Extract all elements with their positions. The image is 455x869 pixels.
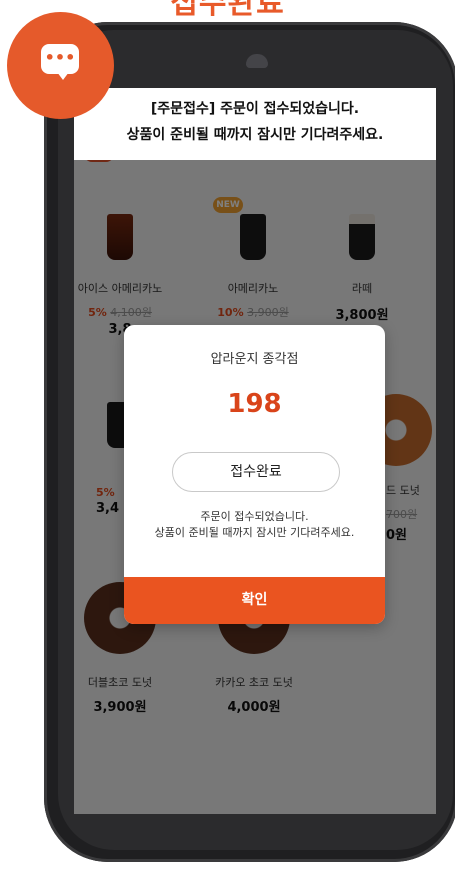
chat-icon-tail xyxy=(57,72,69,80)
phone-speaker xyxy=(246,54,268,68)
chat-button[interactable]: ••• xyxy=(7,12,114,119)
confirm-button[interactable]: 확인 xyxy=(124,577,385,624)
order-message-line-1: 주문이 접수되었습니다. xyxy=(200,510,309,523)
order-status-badge: 접수완료 xyxy=(172,452,340,492)
notification-banner: [주문접수] 주문이 접수되었습니다. 상품이 준비될 때까지 잠시만 기다려주… xyxy=(74,88,436,160)
order-message: 주문이 접수되었습니다. 상품이 준비될 때까지 잠시만 기다려주세요. xyxy=(124,509,385,541)
order-number: 198 xyxy=(227,389,282,419)
chat-icon: ••• xyxy=(41,44,79,74)
notice-line-1: [주문접수] 주문이 접수되었습니다. xyxy=(150,101,360,117)
store-name: 압라운지 종각점 xyxy=(210,352,299,367)
order-message-line-2: 상품이 준비될 때까지 잠시만 기다려주세요. xyxy=(154,526,355,539)
notice-line-2: 상품이 준비될 때까지 잠시만 기다려주세요. xyxy=(126,127,384,143)
order-complete-dialog: 압라운지 종각점 198 접수완료 주문이 접수되었습니다. 상품이 준비될 때… xyxy=(124,325,385,624)
